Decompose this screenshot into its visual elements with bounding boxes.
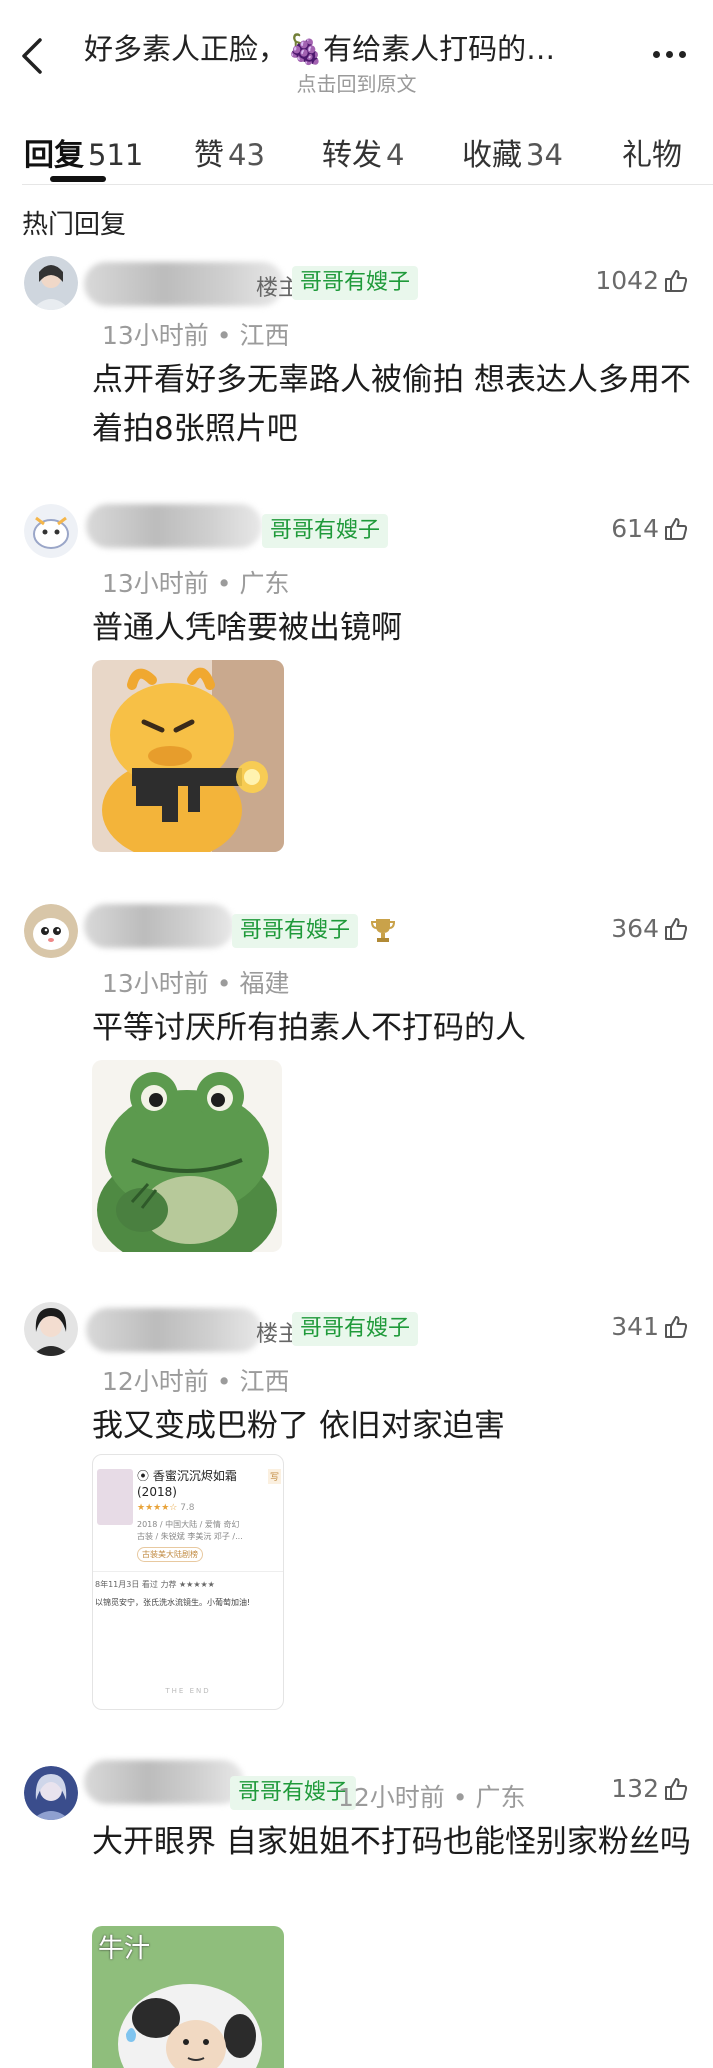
tab-count: 43: [228, 138, 265, 172]
active-tab-indicator: [50, 176, 106, 182]
comment-text: 大开眼界 自家姐姐不打码也能怪别家粉丝吗: [92, 1824, 691, 1860]
sticker-image[interactable]: [92, 1060, 282, 1252]
more-button[interactable]: [647, 44, 691, 64]
tab-label: 收藏: [462, 138, 522, 173]
card-rank-tag: 古装美大陆剧榜: [137, 1547, 203, 1562]
divider: [93, 1571, 283, 1572]
tab-replies[interactable]: 回复 511: [24, 130, 143, 174]
fan-badge: 哥哥有嫂子: [232, 914, 359, 948]
screenshot-image[interactable]: ⦿ 香蜜沉沉烬如霜 (2018) ★★★★☆ 7.8 2018 / 中国大陆 /…: [92, 1454, 284, 1710]
avatar[interactable]: [24, 256, 78, 310]
blurred-username: [86, 1308, 262, 1352]
more-dots-icon: [665, 50, 673, 58]
fan-badge: 哥哥有嫂子: [262, 514, 389, 548]
comment-meta: 12小时前 • 广东: [338, 1783, 526, 1812]
tab-gifts[interactable]: 礼物: [622, 130, 682, 174]
back-to-original-link[interactable]: 点击回到原文: [0, 68, 713, 97]
card-rating: ★★★★☆ 7.8: [137, 1503, 195, 1513]
like-count: 364: [611, 914, 659, 943]
like-button[interactable]: 364: [611, 914, 689, 943]
comment-meta: 12小时前 • 江西: [102, 1367, 290, 1396]
tab-count: 511: [88, 138, 144, 172]
card-title-text: 香蜜沉沉烬如霜: [152, 1469, 237, 1483]
tab-likes[interactable]: 赞 43: [194, 130, 265, 174]
card-year: (2018): [137, 1485, 177, 1499]
tab-count: 34: [526, 138, 563, 172]
comment-text: 我又变成巴粉了 依旧对家迫害: [92, 1408, 505, 1444]
tab-bar: 回复 511 赞 43 转发 4 收藏 34 礼物: [0, 120, 713, 186]
card-cast: 古装 / 朱锐斌 李美沅 邓子 /...: [137, 1532, 243, 1541]
card-side-tag: 写: [267, 1469, 281, 1484]
card-rating-value: 7.8: [180, 1503, 195, 1513]
like-button[interactable]: 614: [611, 514, 689, 543]
tab-favorites[interactable]: 收藏 34: [462, 130, 563, 174]
like-count: 132: [611, 1774, 659, 1803]
comment-meta: 13小时前 • 广东: [102, 569, 290, 598]
tab-count: 4: [386, 138, 405, 172]
like-count: 1042: [595, 266, 659, 295]
tab-reposts[interactable]: 转发 4: [322, 130, 404, 174]
avatar[interactable]: [24, 1302, 78, 1356]
tab-label: 赞: [194, 138, 224, 173]
hot-replies-heading: 热门回复: [22, 210, 127, 240]
avatar[interactable]: [24, 904, 78, 958]
thinking-frog-sticker: [92, 1060, 282, 1252]
poster-thumbnail: [97, 1469, 133, 1525]
like-button[interactable]: 341: [611, 1312, 689, 1341]
like-button[interactable]: 1042: [595, 266, 689, 295]
comment-meta: 13小时前 • 江西: [102, 321, 290, 350]
tab-label: 转发: [322, 138, 382, 173]
card-date-line: 8年11月3日 看过 力荐 ★★★★★: [95, 1580, 215, 1589]
comment-text: 普通人凭啥要被出镜啊: [92, 610, 402, 646]
card-end-mark: THE END: [165, 1687, 211, 1695]
blurred-username: [84, 1760, 244, 1804]
comment-meta: 13小时前 • 福建: [102, 969, 290, 998]
thumbs-up-icon: [665, 917, 688, 940]
top-bar: 好多素人正脸，🍇有给素人打码的… 点击回到原文: [0, 0, 713, 110]
blurred-username: [86, 504, 262, 548]
comment-text: 点开看好多无辜路人被偷拍 想表达人多用不着拍8张照片吧: [92, 362, 691, 447]
post-title: 好多素人正脸，🍇有给素人打码的…: [84, 32, 556, 66]
like-button[interactable]: 132: [611, 1774, 689, 1803]
sticker-image[interactable]: [92, 660, 284, 852]
comment-text: 平等讨厌所有拍素人不打码的人: [92, 1010, 526, 1046]
cartoon-gun-sticker: [92, 660, 284, 852]
avatar[interactable]: [24, 1766, 78, 1820]
thumbs-up-icon: [665, 1777, 688, 1800]
thumbs-up-icon: [665, 1315, 688, 1338]
fan-badge: 哥哥有嫂子: [292, 266, 419, 300]
thumbs-up-icon: [665, 269, 688, 292]
cow-meme-sticker: [118, 1984, 262, 2068]
card-review: 以锦觅安宁，张氏洗水流镜生。小葡萄加油!: [95, 1598, 251, 1607]
more-dots-icon: [652, 50, 660, 58]
thumbs-up-icon: [665, 517, 688, 540]
fan-badge: 哥哥有嫂子: [292, 1312, 419, 1346]
divider: [22, 184, 713, 185]
card-title: ⦿ 香蜜沉沉烬如霜: [137, 1469, 237, 1483]
more-dots-icon: [678, 50, 686, 58]
blurred-username: [84, 904, 234, 948]
card-info: 2018 / 中国大陆 / 爱情 奇幻: [137, 1520, 240, 1529]
trophy-icon: [370, 919, 396, 942]
blurred-username: [84, 262, 284, 306]
avatar[interactable]: [24, 504, 78, 558]
tab-label: 回复: [24, 138, 84, 173]
like-count: 341: [611, 1312, 659, 1341]
sticker-image[interactable]: 牛汁: [92, 1926, 284, 2068]
tab-label: 礼物: [622, 138, 682, 173]
like-count: 614: [611, 514, 659, 543]
